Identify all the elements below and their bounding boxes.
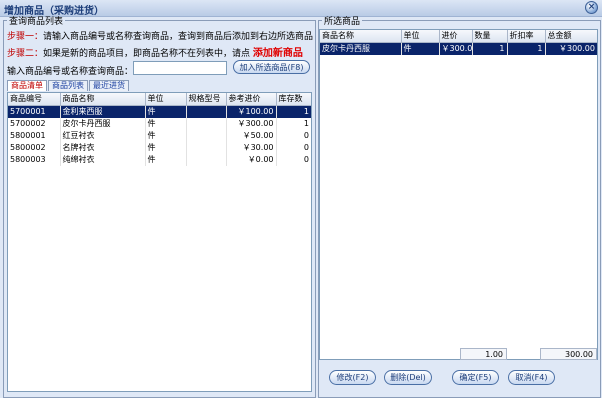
cell-unit: 件 bbox=[145, 154, 187, 166]
cell-spec bbox=[186, 142, 227, 154]
step2-label: 步骤二： bbox=[7, 49, 44, 59]
close-icon[interactable]: × bbox=[585, 1, 598, 14]
tab-recent-purchases[interactable]: 最近进货 bbox=[89, 80, 129, 91]
ok-button[interactable]: 确定(F5) bbox=[452, 370, 499, 385]
col-header[interactable]: 单位 bbox=[401, 30, 440, 43]
search-label: 输入商品编号或名称查询商品： bbox=[7, 67, 134, 77]
cell-code: 5700002 bbox=[8, 118, 61, 130]
col-header[interactable]: 单位 bbox=[145, 93, 187, 106]
cell-name: 金利来西服 bbox=[60, 105, 146, 118]
col-header[interactable]: 库存数 bbox=[276, 93, 311, 106]
cell-discount[interactable]: 1 bbox=[507, 42, 546, 55]
footer-quantity-total: 1.00 bbox=[460, 348, 507, 360]
table-row[interactable]: 5800003 纯绵衬衣 件 ￥0.00 0 bbox=[8, 154, 311, 166]
tab-product-list-active[interactable]: 商品清单 bbox=[7, 80, 47, 91]
cell-total: ￥300.00 bbox=[545, 42, 597, 55]
cell-code: 5800002 bbox=[8, 142, 61, 154]
cell-code: 5700001 bbox=[8, 105, 61, 118]
cell-unit: 件 bbox=[145, 130, 187, 142]
cell-spec bbox=[186, 105, 227, 118]
table-row[interactable]: 5700002 皮尔卡丹西服 件 ￥300.00 1 bbox=[8, 118, 311, 130]
col-header[interactable]: 规格型号 bbox=[186, 93, 227, 106]
cell-qty[interactable]: 1 bbox=[472, 42, 508, 55]
product-query-legend: 查询商品列表 bbox=[9, 17, 64, 27]
table-row[interactable]: 5700001 金利来西服 件 ￥100.00 1 bbox=[8, 105, 311, 118]
step1-text: 请输入商品编号或名称查询商品，查询到商品后添加到右边所选商品 bbox=[43, 32, 314, 42]
cell-code: 5800001 bbox=[8, 130, 61, 142]
selected-grid: 商品名称 单位 进价 数量 折扣率 总金额 皮尔卡丹西服 件 ￥300.0 1 … bbox=[319, 29, 598, 360]
cell-name: 皮尔卡丹西服 bbox=[320, 42, 402, 55]
cell-name: 名牌衬衣 bbox=[60, 142, 146, 154]
col-header[interactable]: 商品名称 bbox=[320, 30, 402, 43]
product-table: 商品编号 商品名称 单位 规格型号 参考进价 库存数 5700001 金利来西服… bbox=[8, 93, 311, 166]
cell-stock: 0 bbox=[303, 131, 309, 140]
cell-unit: 件 bbox=[401, 42, 440, 55]
cell-name: 红豆衬衣 bbox=[60, 130, 146, 142]
cell-price: ￥100.00 bbox=[226, 105, 277, 118]
product-grid: 商品编号 商品名称 单位 规格型号 参考进价 库存数 5700001 金利来西服… bbox=[7, 92, 312, 392]
selected-table-header: 商品名称 单位 进价 数量 折扣率 总金额 bbox=[320, 30, 597, 43]
step1-label: 步骤一： bbox=[7, 32, 44, 42]
search-input[interactable] bbox=[133, 61, 227, 75]
cell-code: 5800003 bbox=[8, 154, 61, 166]
cell-stock: 1 bbox=[276, 105, 311, 118]
col-header[interactable]: 参考进价 bbox=[226, 93, 277, 106]
col-header[interactable]: 折扣率 bbox=[507, 30, 546, 43]
cell-unit: 件 bbox=[145, 142, 187, 154]
cell-price: ￥300.00 bbox=[226, 118, 277, 130]
step1-instruction: 步骤一：请输入商品编号或名称查询商品，查询到商品后添加到右边所选商品 bbox=[7, 29, 313, 42]
table-row[interactable]: 皮尔卡丹西服 件 ￥300.0 1 1 ￥300.00 bbox=[320, 42, 597, 55]
col-header[interactable]: 数量 bbox=[472, 30, 508, 43]
product-tabs: 商品清单 商品列表 最近进货 bbox=[7, 80, 130, 91]
cell-price: ￥50.00 bbox=[226, 130, 277, 142]
selected-table: 商品名称 单位 进价 数量 折扣率 总金额 皮尔卡丹西服 件 ￥300.0 1 … bbox=[320, 30, 597, 55]
product-table-header: 商品编号 商品名称 单位 规格型号 参考进价 库存数 bbox=[8, 93, 311, 106]
cell-name: 皮尔卡丹西服 bbox=[60, 118, 146, 130]
cell-spec bbox=[186, 154, 227, 166]
cell-name: 纯绵衬衣 bbox=[60, 154, 146, 166]
col-header[interactable]: 商品编号 bbox=[8, 93, 61, 106]
cell-price: ￥0.00 bbox=[226, 154, 277, 166]
add-new-product-link[interactable]: 添加新商品 bbox=[253, 48, 303, 59]
cell-price: ￥30.00 bbox=[226, 142, 277, 154]
step2-instruction: 步骤二：如果是新的商品项目，即商品名称不在列表中，请点 添加新商品 bbox=[7, 44, 303, 59]
cell-stock: 1 bbox=[303, 119, 309, 128]
edit-button[interactable]: 修改(F2) bbox=[329, 370, 376, 385]
selected-products-legend: 所选商品 bbox=[324, 17, 361, 27]
step2-text: 如果是新的商品项目，即商品名称不在列表中，请点 bbox=[43, 49, 251, 59]
add-selected-product-button[interactable]: 加入所选商品(F8) bbox=[233, 60, 310, 74]
cancel-button[interactable]: 取消(F4) bbox=[508, 370, 555, 385]
cell-spec bbox=[186, 130, 227, 142]
table-row[interactable]: 5800001 红豆衬衣 件 ￥50.00 0 bbox=[8, 130, 311, 142]
tab-product-list[interactable]: 商品列表 bbox=[48, 80, 88, 91]
cell-unit: 件 bbox=[145, 118, 187, 130]
cell-stock: 0 bbox=[303, 155, 309, 164]
delete-button[interactable]: 删除(Del) bbox=[384, 370, 432, 385]
col-header[interactable]: 进价 bbox=[439, 30, 473, 43]
cell-unit: 件 bbox=[145, 105, 187, 118]
table-row[interactable]: 5800002 名牌衬衣 件 ￥30.00 0 bbox=[8, 142, 311, 154]
col-header[interactable]: 商品名称 bbox=[60, 93, 146, 106]
cell-price[interactable]: ￥300.0 bbox=[439, 42, 473, 55]
col-header[interactable]: 总金额 bbox=[545, 30, 597, 43]
cell-stock: 0 bbox=[303, 143, 309, 152]
cell-spec bbox=[186, 118, 227, 130]
footer-amount-total: 300.00 bbox=[540, 348, 597, 360]
